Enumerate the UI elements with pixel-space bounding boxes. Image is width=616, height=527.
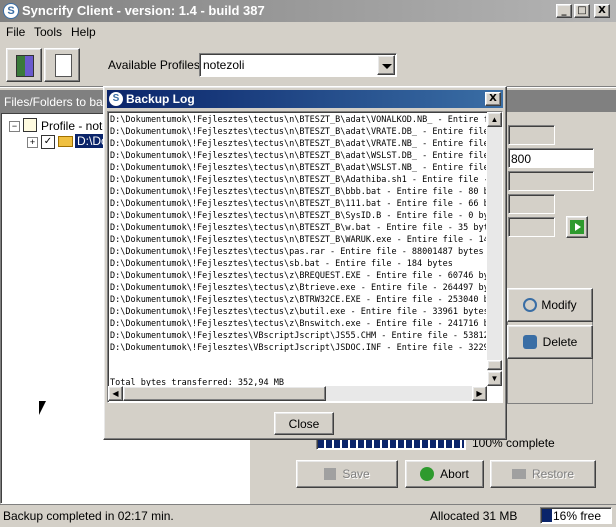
log-line: D:\Dokumentumok\!Fejlesztes\tectus\pas.r… (110, 247, 484, 257)
right-field-value-text: 800 (511, 152, 532, 166)
modify-label: Modify (541, 298, 577, 312)
modify-button[interactable]: Modify (507, 288, 593, 322)
delete-label: Delete (542, 335, 578, 349)
log-line: D:\Dokumentumok\!Fejlesztes\tectus\n\BTE… (110, 211, 486, 221)
menu-bar: File Tools Help (0, 22, 616, 42)
save-icon (324, 468, 337, 480)
save-button[interactable]: Save (296, 460, 398, 488)
toolbar-profile-button[interactable] (6, 48, 42, 82)
log-line: D:\Dokumentumok\!Fejlesztes\tectus\z\Bns… (110, 319, 486, 329)
tree-expander-drive[interactable]: + (27, 137, 38, 148)
restore-label: Restore (531, 467, 575, 481)
scroll-right-button[interactable]: ▶ (472, 386, 487, 401)
main-titlebar: S Syncrify Client - version: 1.4 - build… (0, 0, 616, 22)
right-field-5[interactable] (508, 217, 555, 237)
profiles-select[interactable]: notezoli (199, 53, 397, 77)
memory-free-text: 16% free (553, 509, 602, 523)
log-line: D:\Dokumentumok\!Fejlesztes\tectus\n\BTE… (110, 187, 486, 197)
right-field-value[interactable]: 800 (508, 148, 594, 168)
mouse-cursor-icon (39, 401, 46, 415)
folder-icon (58, 136, 73, 147)
profiles-dropdown-button[interactable] (377, 55, 395, 75)
log-line: D:\Dokumentumok\!Fejlesztes\tectus\n\BTE… (110, 139, 486, 149)
menu-help[interactable]: Help (71, 25, 96, 39)
restore-icon (511, 469, 526, 479)
log-line: D:\Dokumentumok\!Fejlesztes\tectus\n\BTE… (110, 163, 486, 173)
scroll-left-button[interactable]: ◀ (108, 386, 123, 401)
abort-button[interactable]: Abort (405, 460, 484, 488)
menu-tools[interactable]: Tools (34, 25, 62, 39)
delete-button[interactable]: Delete (507, 325, 593, 359)
log-line: D:\Dokumentumok\!Fejlesztes\tectus\sb.ba… (110, 259, 453, 269)
tree-expander[interactable]: − (9, 121, 20, 132)
log-line: D:\Dokumentumok\!Fejlesztes\tectus\z\but… (110, 307, 486, 317)
abort-label: Abort (440, 467, 469, 481)
modify-icon (523, 298, 538, 312)
profile-tree-icon (23, 118, 37, 132)
profiles-select-value: notezoli (203, 58, 245, 72)
log-line: D:\Dokumentumok\!Fejlesztes\tectus\z\Btr… (110, 283, 486, 293)
minimize-button[interactable]: _ (556, 4, 572, 18)
log-lines: D:\Dokumentumok\!Fejlesztes\tectus\n\BTE… (110, 114, 486, 384)
log-vscrollbar[interactable]: ▲ ▼ (487, 112, 502, 386)
close-window-button[interactable]: X (594, 4, 610, 18)
toolbar-new-button[interactable] (44, 48, 80, 82)
status-allocated: Allocated 31 MB (430, 509, 518, 523)
log-line: D:\Dokumentumok\!Fejlesztes\tectus\n\BTE… (110, 115, 486, 125)
log-line: D:\Dokumentumok\!Fejlesztes\tectus\n\BTE… (110, 235, 486, 245)
profile-icon (16, 55, 34, 77)
app-icon: S (3, 3, 19, 19)
status-text: Backup completed in 02:17 min. (3, 509, 174, 523)
log-line: D:\Dokumentumok\!Fejlesztes\tectus\z\BRE… (110, 271, 486, 281)
scroll-down-button[interactable]: ▼ (487, 371, 502, 386)
menu-file[interactable]: File (6, 25, 25, 39)
memory-used-fill (542, 509, 552, 522)
new-document-icon (55, 54, 72, 77)
log-line: D:\Dokumentumok\!Fejlesztes\VBscriptJscr… (110, 331, 486, 341)
hscroll-thumb[interactable] (123, 386, 326, 401)
scroll-thumb[interactable] (487, 360, 502, 370)
log-line: D:\Dokumentumok\!Fejlesztes\tectus\n\BTE… (110, 223, 486, 233)
scroll-up-button[interactable]: ▲ (487, 112, 502, 127)
chevron-down-icon (382, 64, 392, 69)
dialog-title: Backup Log (126, 92, 195, 106)
log-line: D:\Dokumentumok\!Fejlesztes\VBscriptJscr… (110, 343, 486, 353)
run-button[interactable] (566, 216, 588, 238)
delete-icon (522, 335, 537, 349)
drive-checkbox[interactable]: ✓ (41, 135, 55, 149)
log-hscrollbar[interactable]: ◀ ▶ (108, 386, 487, 401)
right-field-4[interactable] (508, 194, 555, 214)
left-panel-title: Files/Folders to back (4, 95, 115, 109)
window-title: Syncrify Client - version: 1.4 - build 3… (22, 3, 265, 18)
log-line: D:\Dokumentumok\!Fejlesztes\tectus\n\BTE… (110, 151, 486, 161)
dialog-close-x-button[interactable]: X (485, 92, 501, 106)
log-area[interactable]: D:\Dokumentumok\!Fejlesztes\tectus\n\BTE… (107, 111, 503, 403)
dialog-close-button[interactable]: Close (274, 412, 334, 435)
memory-free-indicator: 16% free (540, 507, 612, 524)
backup-log-dialog: S Backup Log X D:\Dokumentumok\!Fejleszt… (103, 86, 507, 440)
play-arrow-icon (575, 223, 581, 231)
dialog-app-icon: S (109, 92, 123, 106)
log-line: D:\Dokumentumok\!Fejlesztes\tectus\n\BTE… (110, 175, 486, 185)
log-line: D:\Dokumentumok\!Fejlesztes\tectus\n\BTE… (110, 199, 486, 209)
status-bar: Backup completed in 02:17 min. Allocated… (0, 504, 616, 527)
profiles-label: Available Profiles: (108, 58, 204, 72)
log-line: D:\Dokumentumok\!Fejlesztes\tectus\z\BTR… (110, 295, 486, 305)
right-field-1[interactable] (508, 125, 555, 145)
dialog-close-label: Close (288, 416, 320, 431)
dialog-titlebar: S Backup Log X (107, 90, 503, 108)
abort-icon (420, 467, 435, 481)
right-field-3[interactable] (508, 171, 594, 191)
save-label: Save (342, 467, 370, 481)
log-line: D:\Dokumentumok\!Fejlesztes\tectus\n\BTE… (110, 127, 486, 137)
maximize-button[interactable]: □ (574, 4, 590, 18)
tree-profile-node[interactable]: Profile - note (41, 119, 109, 133)
restore-button[interactable]: Restore (490, 460, 596, 488)
